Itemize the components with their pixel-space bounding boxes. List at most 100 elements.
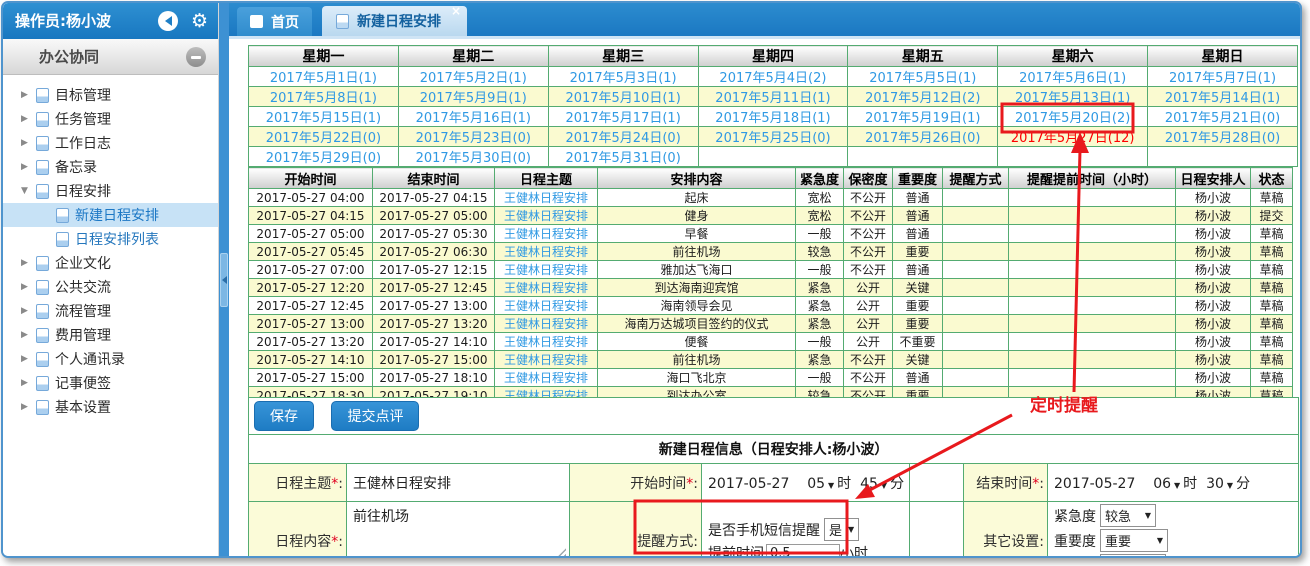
calendar-date-cell[interactable]: 2017年5月18日(1) [698, 107, 848, 127]
sidebar-item[interactable]: ▶ 基本设置 [3, 395, 218, 419]
calendar-date-cell[interactable]: 2017年5月17日(1) [548, 107, 698, 127]
start-hour-select[interactable]: 05▼ [807, 476, 837, 492]
sidebar-item[interactable]: ▶ 个人通讯录 [3, 347, 218, 371]
calendar-date-cell[interactable]: 2017年5月30日(0) [398, 147, 548, 167]
calendar-date-cell[interactable]: 2017年5月12日(2) [848, 87, 998, 107]
calendar-date-cell[interactable]: 2017年5月19日(1) [848, 107, 998, 127]
schedule-cell: 2017-05-27 04:00 [249, 189, 373, 207]
chevron-right-icon[interactable]: ▶ [21, 90, 36, 100]
privacy-select[interactable]: 不公开▼ [1100, 554, 1166, 556]
chevron-right-icon[interactable]: ▶ [21, 354, 36, 364]
end-hour-select[interactable]: 06▼ [1153, 476, 1183, 492]
schedule-subject-link[interactable]: 王健林日程安排 [495, 189, 598, 207]
calendar-date-cell[interactable]: 2017年5月6日(1) [998, 67, 1148, 87]
schedule-subject-link[interactable]: 王健林日程安排 [495, 207, 598, 225]
chevron-right-icon[interactable]: ▶ [21, 138, 36, 148]
sidebar-item[interactable]: ▶ 任务管理 [3, 107, 218, 131]
calendar-date-cell[interactable]: 2017年5月3日(1) [548, 67, 698, 87]
sidebar-item-label: 备忘录 [55, 157, 97, 177]
submit-review-button[interactable]: 提交点评 [331, 401, 419, 431]
chevron-right-icon[interactable]: ▶ [21, 306, 36, 316]
sidebar-item[interactable]: ▶ 工作日志 [3, 131, 218, 155]
chevron-right-icon[interactable]: ▶ [21, 258, 36, 268]
calendar-table: 星期一星期二星期三星期四星期五星期六星期日 2017年5月1日(1)2017年5… [248, 45, 1298, 167]
tab-home[interactable]: 首页 [237, 7, 312, 36]
sidebar-splitter[interactable] [219, 3, 229, 556]
calendar-date-cell[interactable]: 2017年5月31日(0) [548, 147, 698, 167]
other-settings-label: 其它设置: [964, 502, 1048, 557]
importance-select[interactable]: 重要▼ [1100, 529, 1168, 552]
calendar-date-cell[interactable]: 2017年5月1日(1) [249, 67, 399, 87]
subject-input[interactable]: 王健林日程安排 [347, 464, 570, 502]
chevron-right-icon[interactable]: ▶ [21, 402, 36, 412]
schedule-cell: 普通 [893, 261, 943, 279]
schedule-subject-link[interactable]: 王健林日程安排 [495, 333, 598, 351]
calendar-date-cell[interactable]: 2017年5月24日(0) [548, 127, 698, 147]
calendar-date-cell[interactable]: 2017年5月2日(1) [398, 67, 548, 87]
calendar-date-cell[interactable]: 2017年5月9日(1) [398, 87, 548, 107]
section-office-collaboration[interactable]: 办公协同 [3, 39, 218, 75]
calendar-date-cell[interactable]: 2017年5月16日(1) [398, 107, 548, 127]
save-button[interactable]: 保存 [254, 401, 314, 431]
schedule-subject-link[interactable]: 王健林日程安排 [495, 225, 598, 243]
calendar-date-cell[interactable]: 2017年5月26日(0) [848, 127, 998, 147]
calendar-date-cell[interactable]: 2017年5月14日(1) [1148, 87, 1298, 107]
sidebar-item[interactable]: ▶ 公共交流 [3, 275, 218, 299]
sidebar-subitem[interactable]: 日程安排列表 [3, 227, 218, 251]
sidebar-item[interactable]: ▼ 日程安排 [3, 179, 218, 203]
calendar-date-cell[interactable]: 2017年5月13日(1) [998, 87, 1148, 107]
calendar-date-cell[interactable]: 2017年5月21日(0) [1148, 107, 1298, 127]
advance-time-input[interactable]: 0.5 [766, 544, 840, 557]
schedule-subject-link[interactable]: 王健林日程安排 [495, 369, 598, 387]
gear-icon[interactable]: ⚙ [191, 8, 208, 34]
splitter-collapse-handle[interactable] [220, 253, 228, 307]
schedule-cell: 普通 [893, 369, 943, 387]
end-date-input[interactable]: 2017-05-27 [1054, 476, 1135, 492]
calendar-date-cell[interactable]: 2017年5月10日(1) [548, 87, 698, 107]
calendar-date-cell[interactable]: 2017年5月29日(0) [249, 147, 399, 167]
schedule-subject-link[interactable]: 王健林日程安排 [495, 351, 598, 369]
sidebar-subitem[interactable]: 新建日程安排 [3, 203, 218, 227]
sms-remind-select[interactable]: 是▼ [824, 518, 859, 541]
content-textarea[interactable]: 前往机场 [347, 502, 570, 557]
calendar-date-cell[interactable]: 2017年5月27日(12) [998, 127, 1148, 147]
sidebar-item[interactable]: ▶ 费用管理 [3, 323, 218, 347]
sidebar-item[interactable]: ▶ 备忘录 [3, 155, 218, 179]
chevron-right-icon[interactable]: ▶ [21, 330, 36, 340]
calendar-date-cell[interactable]: 2017年5月7日(1) [1148, 67, 1298, 87]
schedule-subject-link[interactable]: 王健林日程安排 [495, 279, 598, 297]
start-date-input[interactable]: 2017-05-27 [708, 476, 789, 492]
calendar-date-cell[interactable]: 2017年5月8日(1) [249, 87, 399, 107]
calendar-date-cell[interactable]: 2017年5月4日(2) [698, 67, 848, 87]
calendar-date-cell[interactable]: 2017年5月20日(2) [998, 107, 1148, 127]
sidebar-item[interactable]: ▶ 流程管理 [3, 299, 218, 323]
schedule-subject-link[interactable]: 王健林日程安排 [495, 243, 598, 261]
chevron-right-icon[interactable]: ▶ [21, 282, 36, 292]
sidebar-item[interactable]: ▶ 记事便签 [3, 371, 218, 395]
calendar-date-cell[interactable]: 2017年5月23日(0) [398, 127, 548, 147]
chevron-right-icon[interactable]: ▶ [21, 162, 36, 172]
urgency-select[interactable]: 较急▼ [1100, 504, 1156, 527]
calendar-date-cell[interactable]: 2017年5月25日(0) [698, 127, 848, 147]
sidebar-item[interactable]: ▶ 目标管理 [3, 83, 218, 107]
calendar-date-cell[interactable]: 2017年5月5日(1) [848, 67, 998, 87]
back-arrow-icon[interactable] [158, 11, 178, 31]
schedule-subject-link[interactable]: 王健林日程安排 [495, 261, 598, 279]
chevron-right-icon[interactable]: ▶ [21, 378, 36, 388]
dropdown-caret-icon: ▼ [1157, 536, 1163, 545]
calendar-date-cell[interactable]: 2017年5月15日(1) [249, 107, 399, 127]
calendar-date-cell[interactable]: 2017年5月22日(0) [249, 127, 399, 147]
chevron-down-icon[interactable]: ▼ [21, 186, 36, 196]
start-minute-select[interactable]: 45▼ [860, 476, 890, 492]
collapse-minus-icon[interactable] [186, 47, 206, 67]
tab-new-schedule[interactable]: 新建日程安排 × [322, 6, 467, 36]
end-minute-select[interactable]: 30▼ [1206, 476, 1236, 492]
tab-close-icon[interactable]: × [451, 5, 461, 17]
schedule-subject-link[interactable]: 王健林日程安排 [495, 315, 598, 333]
calendar-date-cell[interactable]: 2017年5月11日(1) [698, 87, 848, 107]
schedule-subject-link[interactable]: 王健林日程安排 [495, 297, 598, 315]
schedule-cell: 紧急 [796, 279, 844, 297]
chevron-right-icon[interactable]: ▶ [21, 114, 36, 124]
calendar-date-cell[interactable]: 2017年5月28日(0) [1148, 127, 1298, 147]
sidebar-item[interactable]: ▶ 企业文化 [3, 251, 218, 275]
